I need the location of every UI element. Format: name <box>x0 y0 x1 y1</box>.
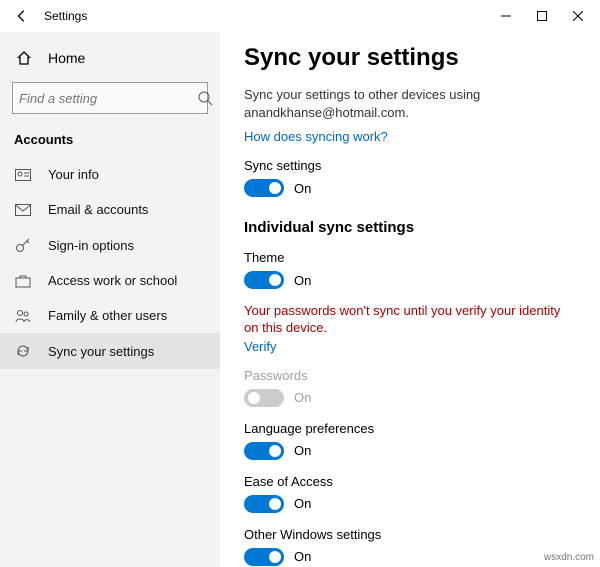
sidebar-item-label: Sync your settings <box>48 344 154 359</box>
sidebar-item-label: Access work or school <box>48 273 177 288</box>
close-button[interactable] <box>560 2 596 30</box>
ease-label: Ease of Access <box>244 474 578 489</box>
titlebar: Settings <box>0 0 600 32</box>
language-toggle[interactable] <box>244 442 284 460</box>
search-icon <box>197 90 213 106</box>
person-card-icon <box>14 169 32 181</box>
people-icon <box>14 309 32 323</box>
individual-sync-heading: Individual sync settings <box>244 219 578 236</box>
sidebar-item-label: Your info <box>48 167 99 182</box>
window-title: Settings <box>44 9 87 23</box>
toggle-state: On <box>294 443 311 458</box>
sidebar-item-label: Family & other users <box>48 308 167 323</box>
sync-description: Sync your settings to other devices usin… <box>244 86 544 121</box>
passwords-toggle <box>244 389 284 407</box>
ease-toggle[interactable] <box>244 495 284 513</box>
key-icon <box>14 237 32 253</box>
sync-settings-toggle[interactable] <box>244 179 284 197</box>
briefcase-icon <box>14 274 32 288</box>
toggle-state: On <box>294 549 311 564</box>
sidebar-item-work-school[interactable]: Access work or school <box>0 263 220 298</box>
sidebar-item-family[interactable]: Family & other users <box>0 298 220 333</box>
sync-settings-label: Sync settings <box>244 158 578 173</box>
home-label: Home <box>48 50 85 66</box>
toggle-state: On <box>294 390 311 405</box>
language-label: Language preferences <box>244 421 578 436</box>
minimize-button[interactable] <box>488 2 524 30</box>
theme-toggle[interactable] <box>244 271 284 289</box>
toggle-state: On <box>294 496 311 511</box>
sidebar-item-email[interactable]: Email & accounts <box>0 192 220 227</box>
sidebar-item-label: Sign-in options <box>48 238 134 253</box>
search-box[interactable] <box>12 82 208 114</box>
verify-warning: Your passwords won't sync until you veri… <box>244 303 564 337</box>
sidebar-item-sync[interactable]: Sync your settings <box>0 333 220 369</box>
sidebar-item-your-info[interactable]: Your info <box>0 157 220 192</box>
sidebar-item-signin[interactable]: Sign-in options <box>0 227 220 263</box>
passwords-label: Passwords <box>244 368 578 383</box>
page-title: Sync your settings <box>244 44 578 72</box>
toggle-state: On <box>294 273 311 288</box>
other-toggle[interactable] <box>244 548 284 566</box>
verify-link[interactable]: Verify <box>244 339 277 354</box>
watermark: wsxdn.com <box>544 552 594 563</box>
home-nav[interactable]: Home <box>0 42 220 74</box>
home-icon <box>14 50 34 66</box>
theme-label: Theme <box>244 250 578 265</box>
sidebar-section-header: Accounts <box>0 128 220 157</box>
sidebar: Home Accounts Your info Email & accounts <box>0 32 220 567</box>
main-panel: Sync your settings Sync your settings to… <box>220 32 600 567</box>
search-input[interactable] <box>19 91 197 106</box>
sync-icon <box>14 343 32 359</box>
toggle-state: On <box>294 181 311 196</box>
maximize-button[interactable] <box>524 2 560 30</box>
sidebar-item-label: Email & accounts <box>48 202 148 217</box>
other-label: Other Windows settings <box>244 527 578 542</box>
back-button[interactable] <box>10 4 34 28</box>
how-sync-works-link[interactable]: How does syncing work? <box>244 129 388 144</box>
mail-icon <box>14 204 32 216</box>
